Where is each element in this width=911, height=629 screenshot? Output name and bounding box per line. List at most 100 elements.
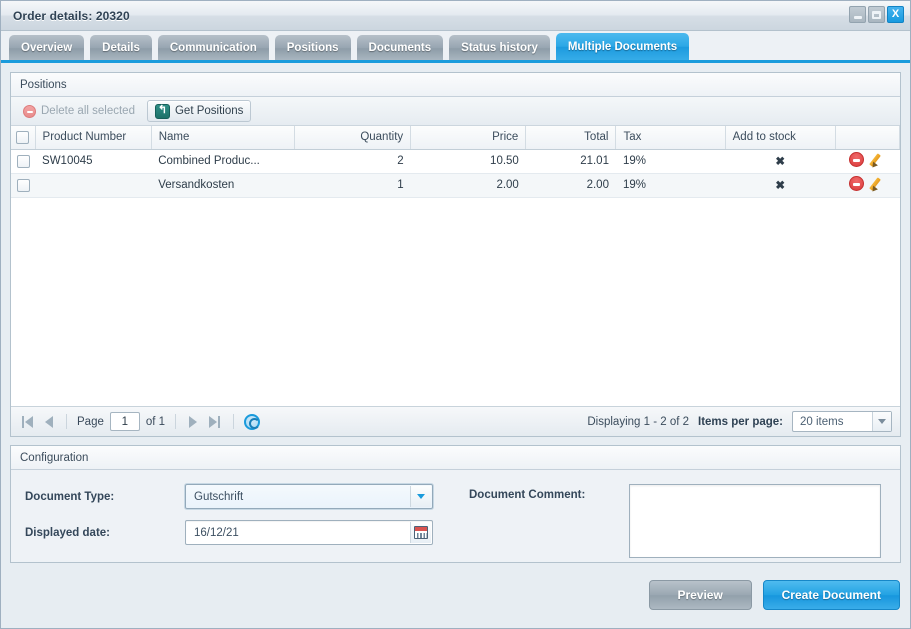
row-select-cell[interactable] — [11, 149, 36, 174]
preview-button[interactable]: Preview — [648, 580, 752, 610]
table-header-row: Product Number Name Quantity Price Total… — [11, 126, 900, 150]
page-label: Page — [77, 415, 104, 428]
document-type-row: Document Type: Gutschrift — [25, 484, 461, 509]
column-header-name[interactable]: Name — [151, 126, 295, 150]
positions-panel: Positions Delete all selected Get Positi… — [10, 72, 901, 437]
column-header-price[interactable]: Price — [410, 126, 527, 150]
minimize-icon — [853, 16, 862, 19]
maximize-icon — [872, 10, 881, 19]
refresh-icon[interactable] — [244, 413, 261, 430]
items-per-page-dropdown-arrow[interactable] — [872, 412, 891, 431]
date-picker-button[interactable] — [410, 522, 431, 543]
delete-all-selected-label: Delete all selected — [41, 105, 135, 117]
tab-label: Documents — [368, 41, 432, 54]
maximize-button[interactable] — [868, 6, 885, 23]
pager-divider — [175, 414, 177, 429]
displayed-date-row: Displayed date: 16/12/21 — [25, 520, 461, 545]
select-all-checkbox[interactable] — [16, 130, 30, 144]
column-header-quantity[interactable]: Quantity — [294, 126, 412, 150]
get-positions-button[interactable]: Get Positions — [146, 100, 252, 122]
tab-label: Details — [102, 41, 140, 54]
positions-grid: Product Number Name Quantity Price Total… — [11, 126, 900, 406]
last-page-arrow-icon — [209, 415, 218, 428]
positions-panel-title: Positions — [20, 78, 67, 91]
document-comment-textarea[interactable] — [629, 484, 881, 558]
column-header-total[interactable]: Total — [525, 126, 617, 150]
table-row[interactable]: Versandkosten 1 2.00 2.00 19% ✖ — [11, 173, 900, 198]
get-positions-icon — [154, 103, 170, 119]
edit-row-icon[interactable] — [871, 176, 886, 191]
tab-overview[interactable]: Overview — [9, 35, 85, 60]
positions-panel-header: Positions — [11, 73, 900, 97]
tab-documents[interactable]: Documents — [356, 35, 444, 60]
column-header-product-number[interactable]: Product Number — [35, 126, 152, 150]
document-comment-label: Document Comment: — [469, 489, 586, 501]
minimize-button[interactable] — [849, 6, 866, 23]
chevron-down-icon — [878, 419, 886, 424]
displayed-date-value: 16/12/21 — [194, 526, 239, 539]
window-body: Positions Delete all selected Get Positi… — [1, 63, 910, 628]
cell-add-to-stock: ✖ — [725, 173, 836, 198]
cell-quantity: 2 — [294, 149, 411, 174]
positions-toolbar: Delete all selected Get Positions — [11, 97, 900, 126]
edit-row-icon[interactable] — [871, 152, 886, 167]
items-per-page-select[interactable]: 20 items — [792, 411, 892, 432]
create-document-button[interactable]: Create Document — [762, 580, 900, 610]
tab-details[interactable]: Details — [90, 35, 152, 60]
first-page-arrow-icon — [25, 415, 33, 428]
row-checkbox[interactable] — [16, 178, 30, 192]
document-type-label: Document Type: — [25, 490, 115, 503]
close-button[interactable]: X — [887, 6, 904, 23]
column-header-tax[interactable]: Tax — [615, 126, 726, 150]
column-header-add-to-stock[interactable]: Add to stock — [725, 126, 836, 150]
table-row[interactable]: SW10045 Combined Produc... 2 10.50 21.01… — [11, 149, 900, 174]
configuration-panel-header: Configuration — [11, 446, 900, 470]
tab-status-history[interactable]: Status history — [449, 35, 550, 60]
row-checkbox[interactable] — [16, 154, 30, 168]
pager-status-area: Displaying 1 - 2 of 2 Items per page: 20… — [587, 411, 892, 432]
configuration-right-column: Document Comment: — [461, 484, 881, 562]
configuration-left-column: Document Type: Gutschrift Displayed date… — [11, 484, 461, 562]
select-all-header[interactable] — [11, 126, 36, 150]
cell-total: 2.00 — [525, 173, 616, 198]
cell-quantity: 1 — [294, 173, 411, 198]
cell-actions — [835, 173, 900, 198]
first-page-button[interactable] — [19, 415, 36, 428]
tab-label: Multiple Documents — [567, 40, 678, 53]
tab-communication[interactable]: Communication — [157, 35, 269, 60]
tab-positions[interactable]: Positions — [274, 35, 351, 60]
configuration-panel-title: Configuration — [20, 451, 89, 464]
tab-label: Positions — [286, 41, 339, 54]
next-page-icon — [189, 415, 198, 428]
chevron-down-icon — [417, 494, 425, 499]
document-type-select[interactable]: Gutschrift — [185, 484, 433, 509]
displayed-date-input[interactable]: 16/12/21 — [185, 520, 433, 545]
pager-divider — [66, 414, 67, 429]
previous-page-button[interactable] — [42, 415, 56, 428]
document-type-dropdown-arrow[interactable] — [410, 486, 431, 507]
positions-table: Product Number Name Quantity Price Total… — [11, 126, 900, 198]
page-number-input[interactable] — [109, 412, 140, 431]
cell-price: 10.50 — [410, 149, 526, 174]
delete-all-selected-button[interactable]: Delete all selected — [15, 100, 143, 122]
get-positions-label: Get Positions — [174, 105, 244, 117]
cell-name: Combined Produc... — [151, 149, 295, 174]
document-type-value: Gutschrift — [194, 490, 244, 503]
tab-multiple-documents[interactable]: Multiple Documents — [555, 33, 690, 60]
next-page-button[interactable] — [186, 415, 200, 428]
first-page-icon — [22, 415, 24, 428]
pager-divider — [233, 414, 235, 429]
page-total-label: of 1 — [145, 415, 166, 428]
delete-icon — [23, 104, 36, 118]
last-page-icon — [218, 415, 221, 428]
tab-label: Communication — [169, 41, 257, 54]
last-page-button[interactable] — [206, 415, 223, 428]
cell-add-to-stock: ✖ — [725, 149, 836, 174]
previous-page-icon — [45, 415, 53, 428]
column-header-actions — [835, 126, 900, 150]
delete-row-icon[interactable] — [848, 152, 864, 167]
delete-row-icon[interactable] — [848, 176, 864, 191]
create-document-button-label: Create Document — [781, 588, 881, 602]
row-select-cell[interactable] — [11, 173, 36, 198]
tab-label: Overview — [21, 41, 73, 54]
